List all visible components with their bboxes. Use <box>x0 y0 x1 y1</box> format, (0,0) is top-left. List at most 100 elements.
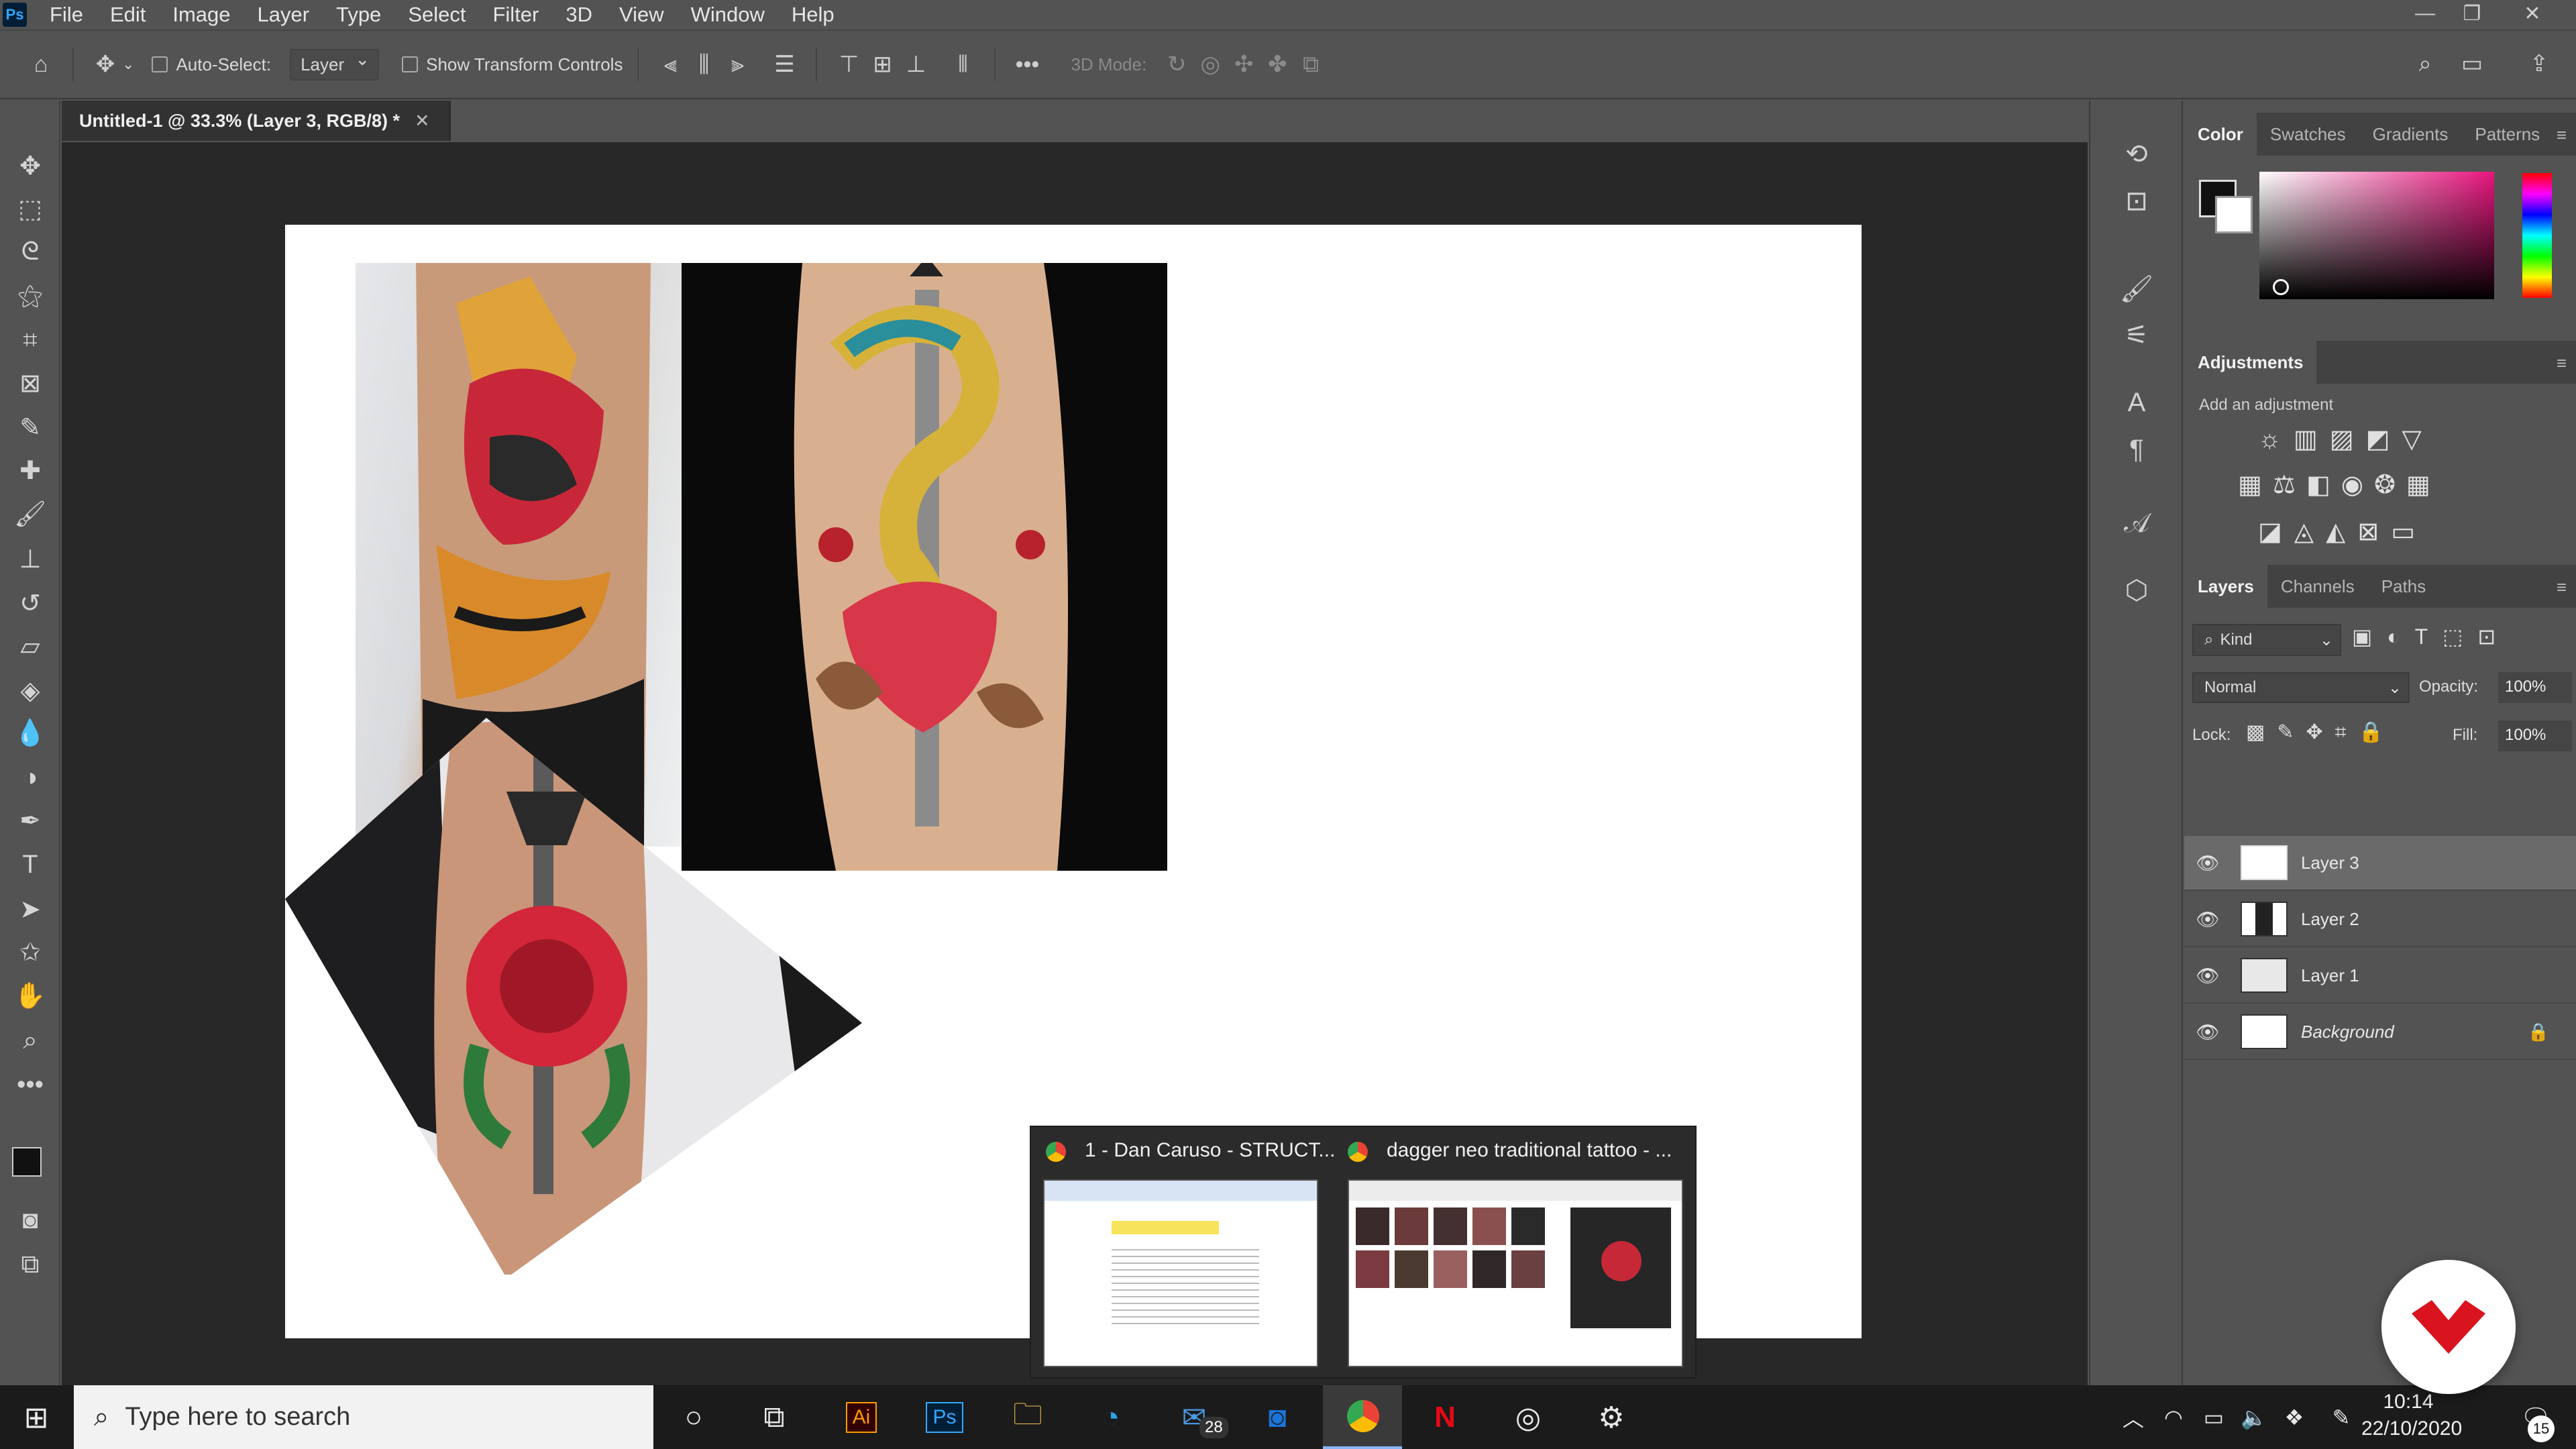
smart-object-filter-icon[interactable]: ⊡ <box>2477 625 2510 649</box>
tattoo-photo-layer-3[interactable] <box>285 671 862 1275</box>
taskbar-search-box[interactable]: ⌕ Type here to search <box>74 1385 653 1449</box>
layer-name[interactable]: Layer 3 <box>2301 853 2359 873</box>
edge-icon[interactable]: ◔ <box>1084 1395 1138 1440</box>
move-tool-icon[interactable]: ✥ <box>89 48 122 81</box>
align-top-icon[interactable]: ⊤ <box>832 48 865 81</box>
transform-controls-checkbox[interactable] <box>402 56 419 72</box>
selective-color-icon[interactable]: ⊠ <box>2357 518 2391 546</box>
menu-type[interactable]: Type <box>323 0 394 30</box>
layer-row-background[interactable]: 👁 Background 🔒 <box>2184 1005 2576 1060</box>
pixel-filter-icon[interactable]: ▣ <box>2352 625 2387 649</box>
menu-file[interactable]: File <box>36 0 97 30</box>
obs-icon[interactable]: ◎ <box>1501 1395 1555 1440</box>
black-white-icon[interactable]: ◧ <box>2306 471 2341 499</box>
foreground-color-swatch[interactable] <box>12 1147 42 1177</box>
photo-filter-icon[interactable]: ◉ <box>2341 471 2374 499</box>
libraries-panel-icon[interactable]: ⊡ <box>2114 181 2159 221</box>
panel-menu-icon[interactable]: ≡ <box>2557 125 2567 146</box>
auto-select-checkbox[interactable] <box>152 56 168 72</box>
minimize-button[interactable]: — <box>2402 0 2449 27</box>
shape-tool-icon[interactable]: ✩ <box>9 932 51 971</box>
visibility-eye-icon[interactable]: 👁 <box>2184 852 2231 874</box>
eraser-tool-icon[interactable]: ▱ <box>9 627 51 665</box>
opacity-input[interactable]: 100% <box>2498 672 2572 703</box>
menu-layer[interactable]: Layer <box>244 0 323 30</box>
task-view-icon[interactable]: ⧉ <box>747 1395 801 1440</box>
brush-tool-icon[interactable]: 🖌 <box>9 495 51 534</box>
share-icon[interactable]: ⇪ <box>2522 47 2556 80</box>
tab-layers[interactable]: Layers <box>2184 565 2267 608</box>
home-icon[interactable]: ⌂ <box>24 48 58 81</box>
dodge-tool-icon[interactable]: ◑ <box>9 758 51 797</box>
cortana-icon[interactable]: ○ <box>667 1395 720 1440</box>
channel-mixer-icon[interactable]: ❂ <box>2374 471 2406 499</box>
gradient-map-icon[interactable]: ▭ <box>2391 518 2427 546</box>
glyphs-panel-icon[interactable]: 𝒜 <box>2114 503 2159 543</box>
move-tool-icon[interactable]: ✥ <box>9 146 51 185</box>
menu-3d[interactable]: 3D <box>552 0 606 30</box>
layer-name[interactable]: Layer 2 <box>2301 909 2359 930</box>
visibility-eye-icon[interactable]: 👁 <box>2184 965 2231 987</box>
paint-bucket-icon[interactable]: ◈ <box>9 671 51 710</box>
distribute-vertical-icon[interactable]: ☰ <box>767 48 801 81</box>
curves-icon[interactable]: ▨ <box>2330 425 2366 453</box>
brightness-icon[interactable]: ☼ <box>2258 425 2294 453</box>
workspace-icon[interactable]: ▭ <box>2455 47 2489 80</box>
color-picker-cursor[interactable] <box>2273 279 2289 295</box>
close-tab-icon[interactable]: ✕ <box>415 111 430 131</box>
character-panel-icon[interactable]: A <box>2114 382 2159 423</box>
align-right-icon[interactable]: ⫸ <box>720 48 754 81</box>
visibility-eye-icon[interactable]: 👁 <box>2184 908 2231 930</box>
menu-window[interactable]: Window <box>678 0 778 30</box>
zoom-tool-icon[interactable]: ⌕ <box>9 1021 51 1060</box>
restore-button[interactable]: ❐ <box>2449 0 2496 27</box>
3d-orbit-icon[interactable]: ↻ <box>1160 48 1193 81</box>
layer-name[interactable]: Layer 1 <box>2301 965 2359 986</box>
layer-row-layer-2[interactable]: 👁 Layer 2 <box>2184 892 2576 947</box>
3d-pan-icon[interactable]: ✣ <box>1227 48 1260 81</box>
window-preview-right[interactable] <box>1348 1179 1683 1367</box>
system-clock[interactable]: 10:14 22/10/2020 <box>2361 1389 2462 1442</box>
hand-tool-icon[interactable]: ✋ <box>9 977 51 1016</box>
pen-tray-icon[interactable]: ✎ <box>2314 1395 2368 1440</box>
vibrance-icon[interactable]: ▽ <box>2402 425 2434 453</box>
layer-row-layer-3[interactable]: 👁 Layer 3 <box>2184 836 2576 891</box>
menu-view[interactable]: View <box>606 0 678 30</box>
eyedropper-icon[interactable]: ✎ <box>9 408 51 447</box>
blur-tool-icon[interactable]: 💧 <box>9 714 51 753</box>
tab-adjustments[interactable]: Adjustments <box>2184 341 2317 384</box>
3d-roll-icon[interactable]: ◎ <box>1193 48 1227 81</box>
menu-help[interactable]: Help <box>778 0 848 30</box>
panel-menu-icon[interactable]: ≡ <box>2557 353 2567 374</box>
settings-gear-icon[interactable]: ⚙ <box>1585 1395 1638 1440</box>
path-selection-icon[interactable]: ➤ <box>9 890 51 928</box>
pen-tool-icon[interactable]: ✒ <box>9 801 51 840</box>
history-brush-icon[interactable]: ↺ <box>9 584 51 623</box>
chevron-down-icon[interactable]: ⌄ <box>122 56 134 73</box>
3d-slide-icon[interactable]: ✤ <box>1260 48 1294 81</box>
lock-position-icon[interactable]: ✥ <box>2306 721 2335 743</box>
more-tools-icon[interactable]: ••• <box>9 1065 51 1104</box>
3d-camera-icon[interactable]: ⧉ <box>1294 48 1328 81</box>
tab-patterns[interactable]: Patterns <box>2461 113 2553 156</box>
lock-transparent-icon[interactable]: ▩ <box>2246 721 2277 743</box>
paragraph-panel-icon[interactable]: ¶ <box>2114 429 2159 470</box>
align-hcenter-icon[interactable]: ⫼ <box>687 48 720 81</box>
shape-filter-icon[interactable]: ⬚ <box>2443 625 2477 649</box>
window-title-right[interactable]: dagger neo traditional tattoo - ... <box>1387 1139 1672 1162</box>
crop-tool-icon[interactable]: ⌗ <box>9 321 51 360</box>
illustrator-taskbar-icon[interactable]: Ai <box>835 1395 888 1440</box>
frame-tool-icon[interactable]: ⊠ <box>9 364 51 402</box>
type-filter-icon[interactable]: T <box>2415 625 2443 649</box>
background-color-chip[interactable] <box>2215 196 2253 233</box>
photoshop-taskbar-icon[interactable]: Ps <box>918 1395 971 1440</box>
search-icon[interactable]: ⌕ <box>2408 47 2442 80</box>
fill-input[interactable]: 100% <box>2498 720 2572 751</box>
quick-mask-icon[interactable]: ◙ <box>9 1201 51 1240</box>
windows-start-icon[interactable]: ⊞ <box>9 1395 63 1440</box>
properties-panel-icon[interactable]: ⚟ <box>2114 315 2159 356</box>
blend-mode-dropdown[interactable]: Normal ⌄ <box>2192 672 2410 703</box>
file-explorer-icon[interactable]: 🗀 <box>1001 1395 1055 1440</box>
hue-saturation-icon[interactable]: ▦ <box>2238 471 2273 499</box>
window-preview-left[interactable] <box>1043 1179 1318 1367</box>
